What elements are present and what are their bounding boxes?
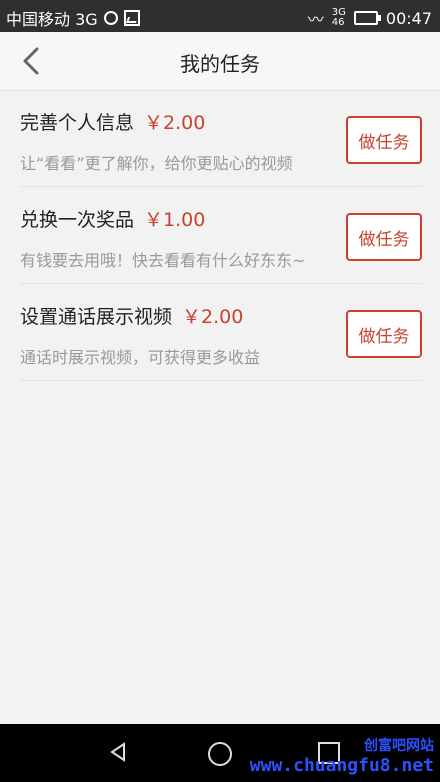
task-title-text: 兑换一次奖品: [20, 209, 135, 231]
task-desc: 有钱要去用哦！快去看看有什么好东东~: [20, 251, 306, 270]
battery-icon: [353, 11, 381, 25]
wifi-icon: 〰: [307, 10, 324, 29]
task-list: 完善个人信息 ￥2.00 让“看看”更了解你，给你更贴心的视频 做任务 兑换一次奖…: [0, 90, 440, 381]
do-task-button[interactable]: 做任务: [346, 116, 422, 164]
status-bar: 中国移动 3G 〰 3G 46 00:47: [0, 0, 440, 32]
task-title: 设置通话展示视频 ￥2.00: [20, 302, 243, 329]
signal-bottom-label: 46: [331, 17, 345, 28]
watermark-line1: 创富吧网站: [364, 738, 434, 754]
task-item: 设置通话展示视频 ￥2.00 通话时展示视频，可获得更多收益 做任务: [20, 284, 422, 381]
task-price: ￥1.00: [144, 209, 206, 231]
task-price: ￥2.00: [144, 112, 206, 134]
watermark: 创富吧网站 www.chuangfu8.net: [250, 735, 434, 776]
status-left: 中国移动 3G: [6, 6, 140, 30]
task-title: 完善个人信息 ￥2.00: [20, 108, 205, 135]
nav-bar: 我的任务: [0, 32, 440, 91]
task-title-text: 完善个人信息: [20, 112, 135, 134]
do-task-button[interactable]: 做任务: [346, 310, 422, 358]
page-title: 我的任务: [180, 52, 260, 76]
task-title: 兑换一次奖品 ￥1.00: [20, 205, 205, 232]
task-item: 完善个人信息 ￥2.00 让“看看”更了解你，给你更贴心的视频 做任务: [20, 90, 422, 187]
task-desc: 通话时展示视频，可获得更多收益: [20, 348, 261, 367]
signal-indicator: 3G 46: [332, 8, 346, 28]
task-desc: 让“看看”更了解你，给你更贴心的视频: [20, 154, 293, 173]
back-triangle-icon[interactable]: [108, 742, 128, 762]
clock-label: 00:47: [385, 8, 432, 28]
system-navigation-bar: 创富吧网站 www.chuangfu8.net: [0, 724, 440, 782]
task-title-text: 设置通话展示视频: [20, 306, 173, 328]
home-circle-icon[interactable]: [208, 742, 232, 766]
status-right: 〰 3G 46 00:47: [308, 6, 432, 30]
message-icon: [103, 11, 118, 25]
carrier-label: 中国移动 3G: [6, 10, 98, 29]
task-price: ￥2.00: [182, 306, 244, 328]
do-task-button[interactable]: 做任务: [346, 213, 422, 261]
gallery-icon: [123, 10, 140, 26]
task-item: 兑换一次奖品 ￥1.00 有钱要去用哦！快去看看有什么好东东~ 做任务: [20, 187, 422, 284]
watermark-line2: www.chuangfu8.net: [249, 755, 434, 776]
